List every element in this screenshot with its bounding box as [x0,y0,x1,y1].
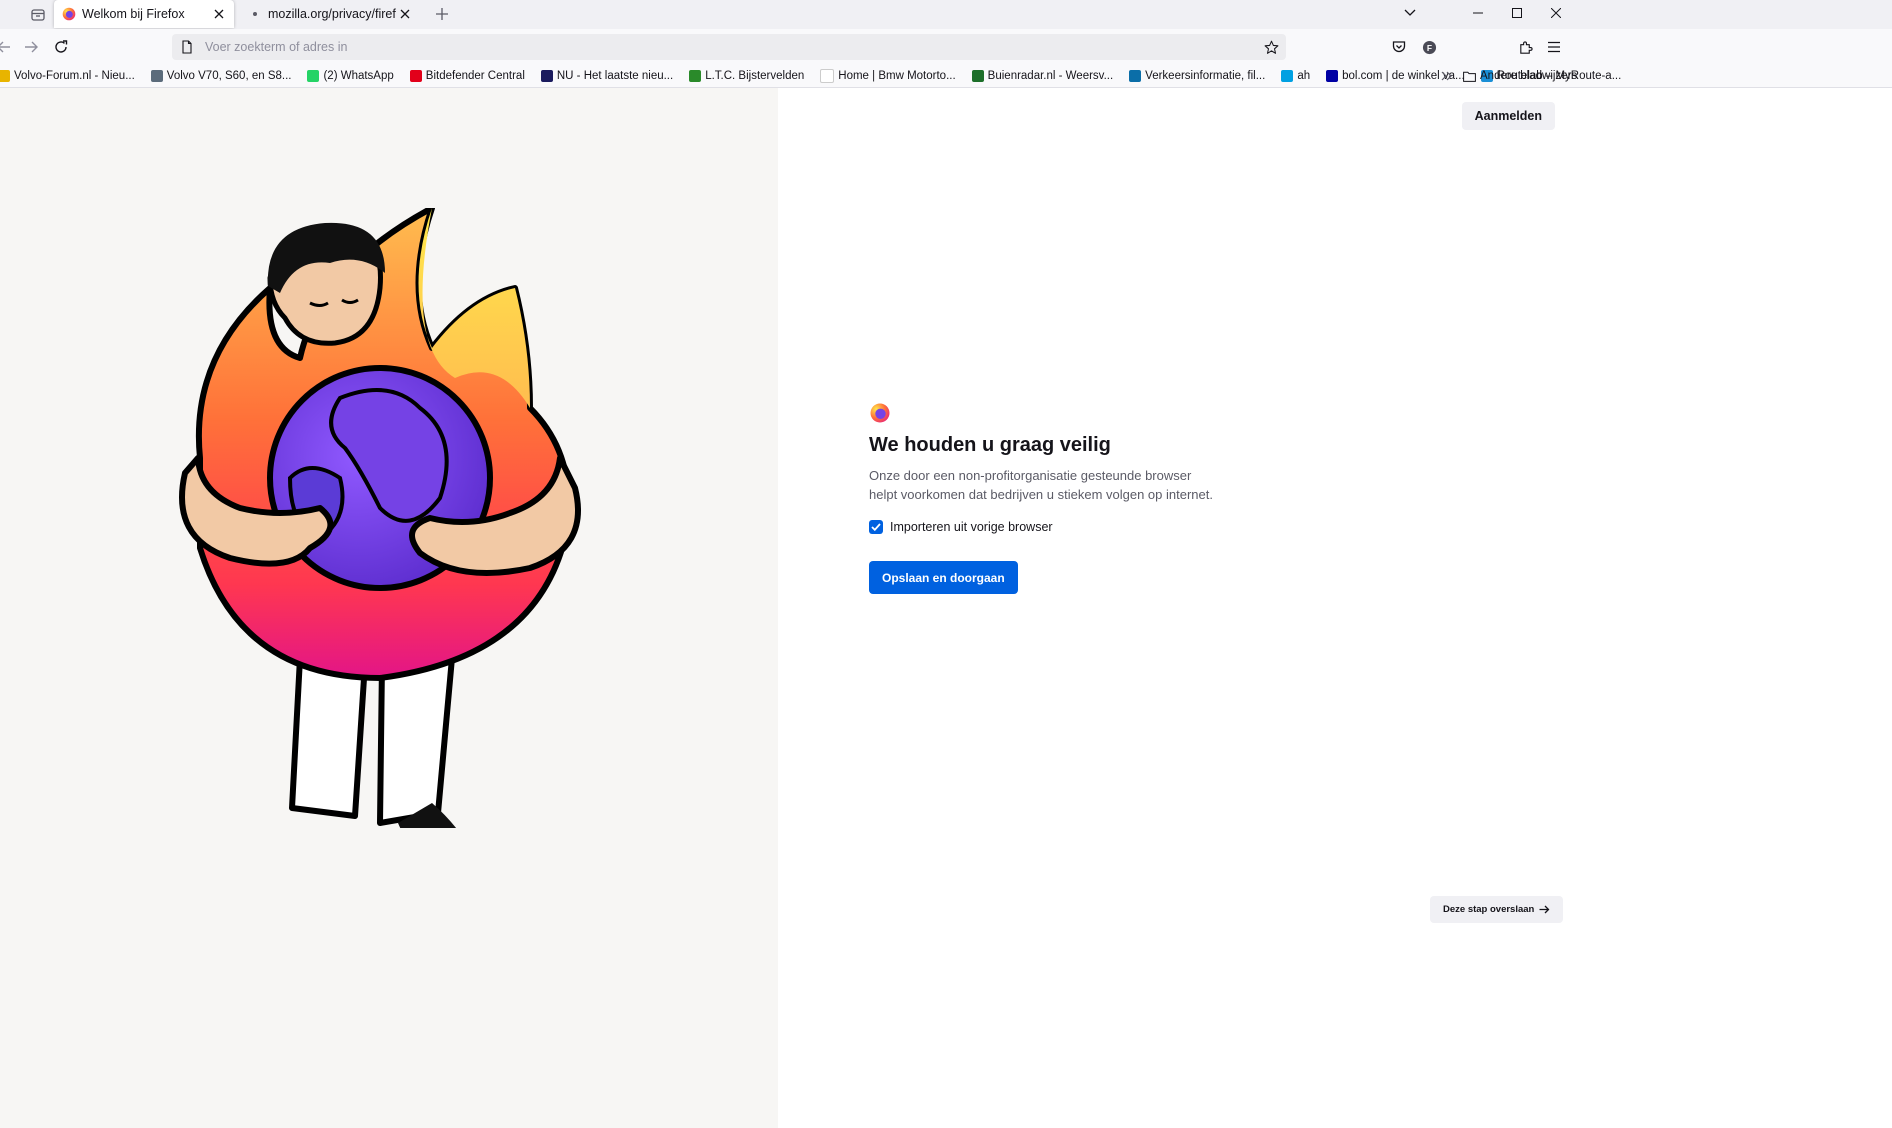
minimize-icon[interactable] [1458,0,1498,26]
firefox-logo-icon [870,403,890,423]
bookmark-item[interactable]: Buienradar.nl - Weersv... [968,66,1118,86]
tab-welcome[interactable]: Welkom bij Firefox [54,0,234,28]
more-bookmarks-icon[interactable] [1440,66,1454,89]
welcome-pane: Aanmelden We houden u graag veilig Onze … [778,88,1892,1128]
extensions-icon[interactable] [1513,35,1537,59]
bookmark-label: Home | Bmw Motorto... [838,70,956,82]
welcome-page: Aanmelden We houden u graag veilig Onze … [0,88,1892,1128]
import-checkbox-row[interactable]: Importeren uit vorige browser [869,520,1053,534]
skip-step-label: Deze stap overslaan [1443,904,1535,915]
nu-icon [540,70,553,82]
bol-icon [1326,70,1339,82]
signin-button[interactable]: Aanmelden [1461,102,1555,130]
address-bar[interactable] [172,34,1286,60]
bookmarks-toolbar: Volvo-Forum.nl - Nieu... Volvo V70, S60, … [0,65,1892,88]
maximize-icon[interactable] [1497,0,1537,26]
navigation-toolbar: F [0,29,1892,65]
illustration-pane [0,88,778,1128]
forward-arrow-icon[interactable] [19,35,43,59]
bookmark-item[interactable]: L.T.C. Bijstervelden [685,66,808,86]
close-window-icon[interactable] [1536,0,1576,26]
arrow-right-icon [1539,905,1550,914]
list-all-tabs-icon[interactable] [1390,0,1430,26]
ah-icon [1281,70,1294,82]
bmw-icon [820,69,835,83]
bookmark-item[interactable]: Volvo V70, S60, en S8... [147,66,296,86]
page-icon [180,40,194,54]
pocket-icon[interactable] [1387,35,1411,59]
firefox-logo-icon [62,7,76,21]
tab-strip: Welkom bij Firefox mozilla.org/privacy/f… [0,0,1892,29]
close-tab-icon[interactable] [396,5,414,23]
other-bookmarks-folder[interactable]: Andere bladwijzers [1463,66,1577,86]
bookmark-item[interactable]: ah [1277,66,1314,86]
tab-title: mozilla.org/privacy/firefox/ [268,7,396,21]
account-avatar-icon[interactable]: F [1417,35,1441,59]
bookmark-label: L.T.C. Bijstervelden [705,70,805,82]
import-label: Importeren uit vorige browser [890,520,1053,534]
folder-icon [1463,71,1476,82]
whatsapp-icon [307,70,320,82]
person-hugging-globe-illustration [179,208,581,828]
bookmark-label: Volvo V70, S60, en S8... [166,70,292,82]
back-arrow-icon[interactable] [0,35,16,59]
tab-privacy[interactable]: mozilla.org/privacy/firefox/ [240,0,420,28]
volvo-icon [150,70,163,82]
bitdefender-icon [409,70,422,82]
close-tab-icon[interactable] [210,5,228,23]
page-title: We houden u graag veilig [869,434,1111,456]
bookmark-star-icon[interactable] [1262,38,1280,56]
bookmark-item[interactable]: Home | Bmw Motorto... [816,66,959,86]
bookmark-label: Verkeersinformatie, fil... [1145,70,1266,82]
svg-text:F: F [1426,42,1431,52]
firefox-view-icon[interactable] [24,3,52,27]
url-input[interactable] [203,39,1262,55]
bookmark-label: (2) WhatsApp [323,70,394,82]
hamburger-menu-icon[interactable] [1542,35,1566,59]
bookmark-label: Buienradar.nl - Weersv... [987,70,1114,82]
ltc-icon [689,70,702,82]
bookmark-item[interactable]: Bitdefender Central [406,66,529,86]
other-bookmarks-label: Andere bladwijzers [1480,70,1578,82]
page-subtitle: Onze door een non-profitorganisatie gest… [869,468,1213,502]
new-tab-icon[interactable] [431,3,453,25]
reload-icon[interactable] [49,35,73,59]
tab-title: Welkom bij Firefox [82,7,185,21]
bookmark-item[interactable]: Verkeersinformatie, fil... [1125,66,1269,86]
buienradar-icon [971,70,984,82]
verkeer-icon [1129,70,1142,82]
bookmark-item[interactable]: NU - Het laatste nieu... [537,66,677,86]
bookmark-label: Volvo-Forum.nl - Nieu... [14,70,135,82]
import-checkbox[interactable] [869,520,883,534]
loading-dot-icon [248,7,262,21]
skip-step-button[interactable]: Deze stap overslaan [1430,896,1564,923]
bookmark-item[interactable]: (2) WhatsApp [303,66,397,86]
bookmark-label: Bitdefender Central [425,70,525,82]
volvo-forum-icon [0,70,10,82]
bookmark-label: ah [1297,70,1311,82]
bookmark-item[interactable]: Volvo-Forum.nl - Nieu... [0,66,139,86]
save-and-continue-button[interactable]: Opslaan en doorgaan [869,561,1018,594]
bookmark-label: NU - Het laatste nieu... [556,70,674,82]
